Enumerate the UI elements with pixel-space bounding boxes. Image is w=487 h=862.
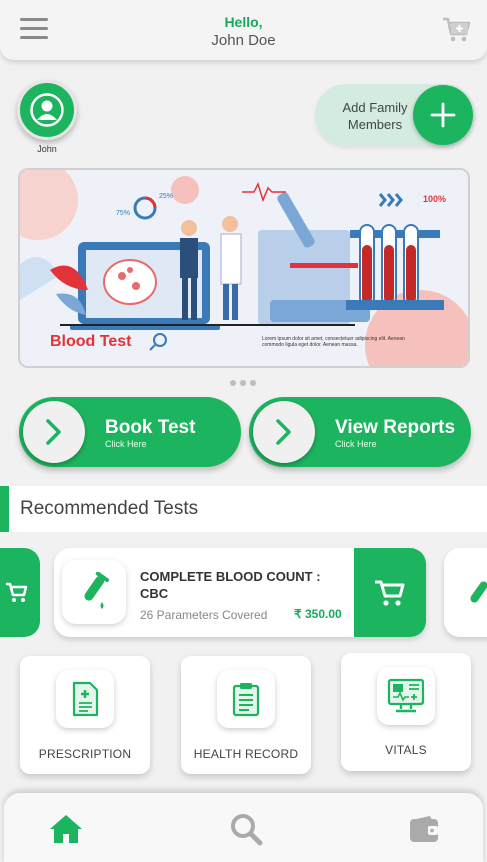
cart-icon: [375, 580, 405, 606]
search-icon[interactable]: [226, 811, 266, 847]
chevron-right-icon: [253, 401, 315, 463]
promo-banner[interactable]: 25% 75% 100% Blood Test Lorem ipsum dolo…: [18, 168, 470, 368]
banner-title: Blood Test: [50, 333, 132, 350]
vitals-label: VITALS: [385, 743, 427, 757]
test-price: ₹ 350.00: [294, 607, 342, 621]
add-family-members-button[interactable]: Add Family Members: [315, 84, 475, 146]
cart-icon[interactable]: [441, 14, 471, 44]
view-reports-label: View Reports: [335, 417, 456, 438]
wallet-icon[interactable]: [404, 811, 444, 847]
carousel-indicator[interactable]: [230, 380, 256, 386]
health-record-label: HEALTH RECORD: [193, 747, 299, 761]
profile-avatar-group[interactable]: John: [17, 80, 77, 154]
banner-75-label: 75%: [116, 210, 131, 217]
app-header: Hello, John Doe: [0, 0, 487, 60]
add-family-label: Add Family Members: [342, 100, 408, 132]
health-record-tile[interactable]: HEALTH RECORD: [181, 656, 311, 774]
test-tube-icon: [470, 581, 487, 603]
vitals-monitor-icon: [377, 667, 435, 725]
test-name: COMPLETE BLOOD COUNT : CBC: [140, 569, 321, 601]
add-to-cart-button[interactable]: [354, 548, 426, 637]
test-card[interactable]: COMPLETE BLOOD COUNT : CBC 26 Parameters…: [54, 548, 426, 637]
book-test-label: Book Test: [105, 417, 196, 438]
banner-percent-label: 100%: [422, 194, 446, 204]
book-test-sub: Click Here: [105, 439, 147, 449]
section-accent: [0, 486, 9, 532]
banner-body-text: Lorem ipsum dolor sit amet, consectetuer…: [262, 336, 405, 348]
view-reports-sub: Click Here: [335, 439, 377, 449]
test-tube-icon: [62, 560, 126, 624]
next-test-card[interactable]: [444, 548, 487, 637]
profile-name: John: [37, 144, 57, 154]
home-icon[interactable]: [46, 811, 86, 847]
vitals-tile[interactable]: VITALS: [341, 653, 471, 771]
book-test-button[interactable]: Book Test Click Here: [19, 397, 241, 467]
plus-icon[interactable]: [413, 85, 473, 145]
banner-25-label: 25%: [159, 193, 174, 200]
user-name: John Doe: [211, 32, 276, 49]
chevron-right-icon: [23, 401, 85, 463]
greeting-text: Hello,: [224, 14, 263, 30]
clipboard-icon: [217, 670, 275, 728]
bottom-navigation: [4, 793, 483, 862]
cart-icon: [6, 582, 28, 602]
user-avatar-icon[interactable]: [17, 80, 77, 140]
section-title: Recommended Tests: [20, 498, 199, 519]
test-parameters: 26 Parameters Covered: [140, 608, 268, 622]
view-reports-button[interactable]: View Reports Click Here: [249, 397, 471, 467]
prescription-tile[interactable]: PRESCRIPTION: [20, 656, 150, 774]
prescription-icon: [56, 670, 114, 728]
previous-test-card[interactable]: [0, 548, 40, 637]
prescription-label: PRESCRIPTION: [38, 747, 132, 761]
